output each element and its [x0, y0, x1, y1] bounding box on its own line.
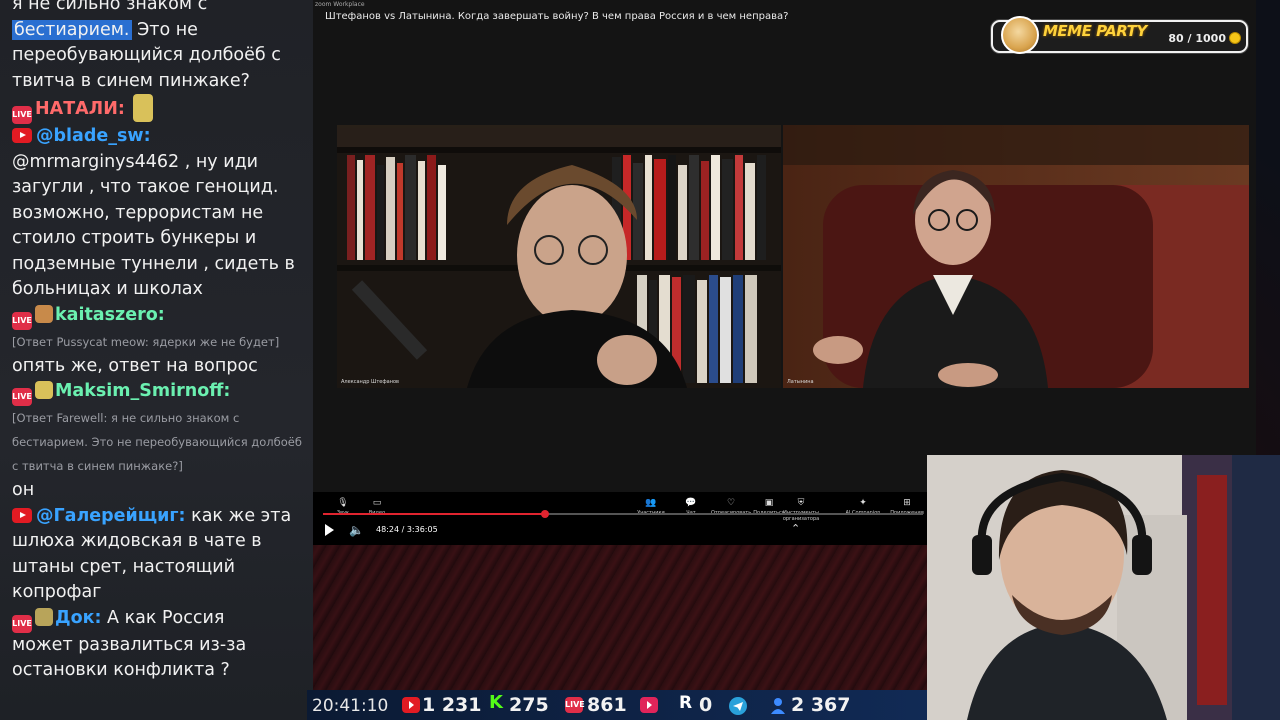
chat-reply-quote: бестиарием. Это не переобувающийся долбо…: [12, 435, 302, 449]
meme-party-count: 80 / 1000: [1168, 32, 1226, 45]
chat-icon: 💬: [685, 498, 697, 508]
chevron-up-icon[interactable]: ⌃: [791, 522, 800, 535]
video-icon: ▭: [372, 498, 382, 508]
tile-label-left: Александр Штефанов: [341, 379, 399, 385]
tile-label-right: Латынина: [787, 379, 814, 385]
shtefanov-video-frame: [337, 125, 781, 388]
jar-emote-icon: [132, 94, 153, 122]
chat-message-line: загугли , что такое геноцид.: [12, 177, 279, 197]
user-emote-icon: [35, 381, 53, 399]
chat-message-line: остановки конфликта ?: [12, 660, 230, 680]
chat-message-line: я не сильно знаком с: [12, 0, 208, 14]
meme-party-widget: MEME PARTY 80 / 1000: [991, 16, 1248, 54]
youtube-viewers: 1 231: [422, 694, 482, 716]
zoom-brand: zoom Workplace: [315, 1, 365, 8]
meme-party-title: MEME PARTY: [1043, 22, 1147, 40]
zoom-meeting-title: Штефанов vs Латынина. Когда завершать во…: [325, 11, 789, 22]
chat-username[interactable]: Maksim_Smirnoff:: [55, 381, 230, 401]
video-tile-latynina[interactable]: Латынина: [783, 125, 1249, 388]
chat-message-header: LIVE kaitaszero:: [12, 303, 308, 330]
video-tile-shtefanov[interactable]: Александр Штефанов: [337, 125, 781, 388]
chat-message-line: он: [12, 480, 35, 500]
webcam-frame: [927, 455, 1280, 720]
telegram-icon: [729, 697, 747, 715]
live-icon: LIVE: [12, 614, 32, 633]
chat-username[interactable]: НАТАЛИ:: [35, 99, 125, 119]
chat-message-line: шлюха жидовская в чате в: [12, 531, 262, 551]
chat-username[interactable]: Док:: [55, 608, 101, 628]
participants-icon: 👥: [645, 498, 657, 508]
chat-messages: я не сильно знаком с бестиарием. Это не пе…: [12, 0, 308, 684]
progress-knob[interactable]: [541, 510, 549, 518]
chat-message-line: стоило строить бункеры и: [12, 228, 257, 248]
toolbar-label: Инструменты организатора: [782, 510, 820, 522]
coin-icon: [1229, 32, 1241, 44]
live-viewers: 861: [587, 694, 627, 716]
total-viewers: 2 367: [791, 694, 851, 716]
chat-message-line: возможно, террористам не: [12, 202, 264, 223]
chat-message-line: штаны срет, настоящий: [12, 556, 236, 577]
user-emote-icon: [35, 304, 53, 323]
vk-play-icon: [640, 697, 658, 713]
chat-reply-quote: [Ответ Farewell: я не сильно знаком с: [12, 411, 240, 425]
chat-text: как же эта: [185, 505, 292, 526]
progress-fill: [323, 513, 545, 515]
toolbar-shield-button[interactable]: ⛨ Инструменты организатора: [781, 498, 821, 522]
chat-username[interactable]: kaitaszero:: [55, 305, 165, 325]
live-icon: LIVE: [565, 697, 585, 713]
chat-message-line: переобувающийся долбоёб с: [12, 45, 281, 65]
chat-message-line: может развалиться из-за: [12, 634, 247, 655]
chat-message-header: @blade_sw:: [12, 124, 308, 150]
play-icon[interactable]: [325, 524, 334, 536]
chat-message-line: опять же, ответ на вопрос: [12, 355, 258, 376]
chat-message-header: LIVE НАТАЛИ:: [12, 94, 308, 124]
chat-username[interactable]: @blade_sw:: [36, 126, 151, 146]
chat-text: А как Россия: [101, 607, 225, 628]
chat-message-header: LIVE Maksim_Smirnoff:: [12, 379, 308, 406]
chat-username[interactable]: @Галерейщиг:: [36, 506, 186, 526]
live-icon: LIVE: [12, 106, 32, 124]
viewers-icon: [769, 697, 787, 714]
rutube-viewers: 0: [699, 694, 713, 716]
chat-reply-quote: с твитча в синем пинжаке?]: [12, 459, 183, 473]
youtube-icon: [12, 128, 32, 143]
chat-message-line: @mrmarginys4462 , ну иди: [12, 151, 259, 172]
live-icon: LIVE: [12, 311, 32, 330]
kick-viewers: 275: [509, 694, 549, 716]
chat-message-line: подземные туннели , сидеть в: [12, 253, 295, 274]
chat-text: Это не: [131, 19, 198, 40]
youtube-icon: [402, 697, 420, 713]
stream-stats-bar: 20:41:10 1 231 K 275 LIVE 861 R 0 2 367: [307, 690, 927, 720]
volume-icon[interactable]: 🔈: [349, 523, 364, 537]
chat-message-header: @Галерейщиг: как же эта: [12, 504, 308, 530]
heart-icon: ♡: [726, 498, 736, 508]
user-emote-icon: [35, 607, 53, 626]
rutube-icon: R: [679, 693, 693, 713]
doge-icon: [1001, 16, 1039, 54]
chat-message-line: больницах и школах: [12, 279, 203, 299]
streamer-webcam: [927, 455, 1280, 720]
chat-message-line: бестиарием. Это не: [12, 18, 308, 44]
sparkle-icon: ✦: [859, 498, 867, 508]
kick-icon: K: [489, 692, 503, 713]
chat-message-header: LIVE Док: А как Россия: [12, 606, 308, 633]
chat-message-line: копрофаг: [12, 582, 102, 602]
apps-icon: ⊞: [903, 498, 911, 508]
chat-highlight: бестиарием.: [12, 19, 132, 40]
playback-progress[interactable]: [323, 510, 923, 518]
chat-message-line: твитча в синем пинжаке?: [12, 70, 250, 91]
chat-panel: я не сильно знаком с бестиарием. Это не пе…: [0, 0, 313, 720]
playback-time: 48:24 / 3:36:05: [376, 525, 438, 534]
stream-clock: 20:41:10: [312, 696, 389, 716]
chat-reply-quote: [Ответ Pussycat meow: ядерки же не будет…: [12, 334, 280, 349]
youtube-icon: [12, 507, 32, 523]
background-decoration: [313, 545, 927, 690]
shield-icon: ⛨: [797, 498, 805, 508]
live-icon: LIVE: [12, 388, 32, 406]
latynina-video-frame: [783, 125, 1249, 388]
